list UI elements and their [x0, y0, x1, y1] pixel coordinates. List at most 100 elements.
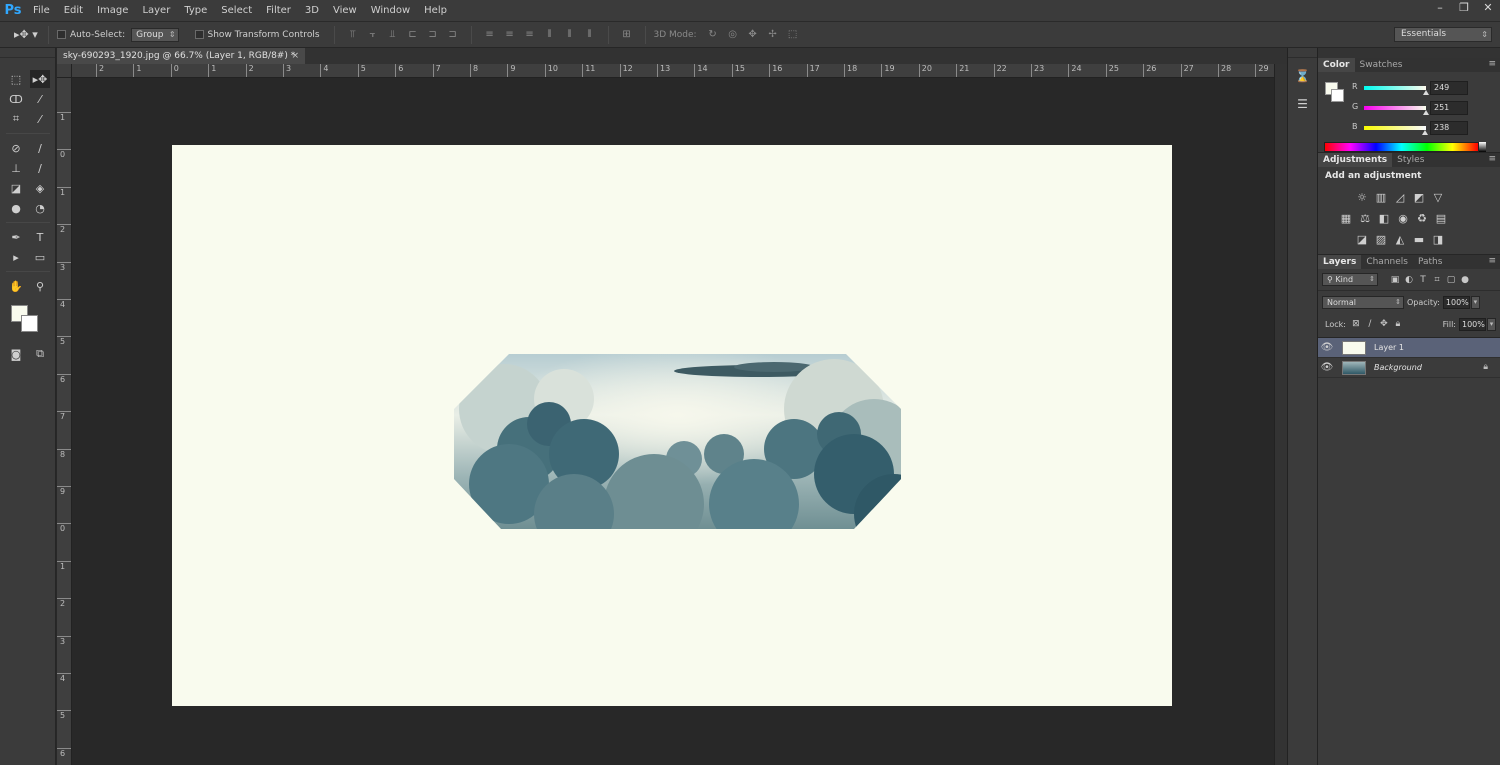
- path-selection-tool-icon[interactable]: ▸: [6, 248, 26, 266]
- layer-row-background[interactable]: 👁︎ Background 🔒︎: [1318, 358, 1500, 378]
- smart-object-filter-icon[interactable]: ▢: [1444, 275, 1458, 285]
- tab-swatches[interactable]: Swatches: [1355, 58, 1408, 72]
- vertical-ruler[interactable]: 1 0 1 2 3 4 5 6 7 8 9 0 1 2 3 4 5 6: [57, 78, 72, 765]
- green-slider[interactable]: [1364, 106, 1426, 110]
- tab-adjustments[interactable]: Adjustments: [1318, 153, 1393, 167]
- tab-paths[interactable]: Paths: [1413, 255, 1447, 269]
- visibility-eye-icon[interactable]: 👁︎: [1318, 342, 1336, 353]
- distribute-top-icon[interactable]: ≡: [482, 27, 498, 43]
- ruler-origin[interactable]: [57, 64, 72, 78]
- tab-styles[interactable]: Styles: [1392, 153, 1429, 167]
- dodge-tool-icon[interactable]: ◔: [30, 199, 50, 217]
- menu-image[interactable]: Image: [90, 0, 135, 22]
- healing-brush-tool-icon[interactable]: ⊘: [6, 139, 26, 157]
- invert-icon[interactable]: ◪: [1354, 231, 1370, 248]
- marquee-tool-icon[interactable]: ⬚: [6, 70, 26, 88]
- blend-mode-dropdown[interactable]: Normal: [1322, 295, 1404, 309]
- blur-tool-icon[interactable]: ●: [6, 199, 26, 217]
- quick-mask-icon[interactable]: ◙: [6, 345, 26, 363]
- lasso-tool-icon[interactable]: ↀ: [6, 90, 26, 108]
- menu-edit[interactable]: Edit: [57, 0, 90, 22]
- eyedropper-tool-icon[interactable]: ⁄: [30, 110, 50, 128]
- pen-tool-icon[interactable]: ✒: [6, 228, 26, 246]
- horizontal-ruler[interactable]: 2 1 0 1 2 3 4 5 6 7 8 9 10 11 12 13 14 15 16 17 18 19 20 21 22 23…: [72, 64, 1274, 78]
- background-color-swatch[interactable]: [21, 315, 38, 332]
- menu-type[interactable]: Type: [177, 0, 214, 22]
- workspace-dropdown[interactable]: Essentials: [1394, 27, 1492, 42]
- vertical-scrollbar[interactable]: [1274, 64, 1287, 765]
- opacity-field[interactable]: 100%: [1442, 295, 1470, 309]
- fill-dropdown-icon[interactable]: ▾: [1487, 317, 1496, 331]
- align-right-icon[interactable]: ⊐: [445, 27, 461, 43]
- pixel-filter-icon[interactable]: ▣: [1388, 275, 1402, 285]
- tab-layers[interactable]: Layers: [1318, 255, 1362, 269]
- layer-filter-kind-dropdown[interactable]: ⚲ Kind: [1322, 273, 1378, 286]
- lock-all-icon[interactable]: 🔒︎: [1391, 319, 1405, 329]
- color-lookup-icon[interactable]: ▤: [1433, 210, 1449, 227]
- menu-3d[interactable]: 3D: [298, 0, 326, 22]
- document-tab[interactable]: sky-690293_1920.jpg @ 66.7% (Layer 1, RG…: [57, 48, 305, 64]
- lock-pixels-icon[interactable]: ∕: [1363, 319, 1377, 329]
- 3d-slide-icon[interactable]: ✢: [765, 27, 781, 43]
- eraser-tool-icon[interactable]: ◪: [6, 179, 26, 197]
- brightness-contrast-icon[interactable]: ☼: [1354, 189, 1370, 206]
- show-transform-checkbox[interactable]: [194, 30, 204, 39]
- 3d-drag-icon[interactable]: ✥: [745, 27, 761, 43]
- vibrance-icon[interactable]: ▽: [1430, 189, 1446, 206]
- panel-menu-icon[interactable]: ≡: [1488, 154, 1496, 164]
- blue-slider[interactable]: [1364, 126, 1426, 130]
- history-panel-icon[interactable]: ⌛: [1292, 66, 1314, 86]
- curves-icon[interactable]: ◿: [1392, 189, 1408, 206]
- black-white-icon[interactable]: ◧: [1376, 210, 1392, 227]
- adjustment-filter-icon[interactable]: ◐: [1402, 275, 1416, 285]
- color-background-swatch[interactable]: [1331, 89, 1344, 102]
- layer-row-layer-1[interactable]: 👁︎ Layer 1: [1318, 338, 1500, 358]
- type-tool-icon[interactable]: T: [30, 228, 50, 246]
- red-slider-thumb[interactable]: [1423, 90, 1429, 95]
- close-icon[interactable]: ✕: [1482, 2, 1494, 14]
- move-tool-preset-icon[interactable]: ▸✥ ▾: [14, 26, 40, 44]
- align-left-icon[interactable]: ⊏: [405, 27, 421, 43]
- green-value-field[interactable]: 251: [1430, 101, 1468, 115]
- blue-slider-thumb[interactable]: [1422, 130, 1428, 135]
- type-filter-icon[interactable]: T: [1416, 275, 1430, 285]
- menu-view[interactable]: View: [326, 0, 364, 22]
- menu-layer[interactable]: Layer: [135, 0, 177, 22]
- distribute-left-icon[interactable]: ⫴: [542, 27, 558, 43]
- distribute-vcenter-icon[interactable]: ≡: [502, 27, 518, 43]
- tab-color[interactable]: Color: [1318, 58, 1355, 72]
- zoom-tool-icon[interactable]: ⚲: [30, 277, 50, 295]
- panel-strip-grip[interactable]: [1288, 48, 1317, 58]
- distribute-right-icon[interactable]: ⫴: [582, 27, 598, 43]
- selective-color-icon[interactable]: ◨: [1430, 231, 1446, 248]
- exposure-icon[interactable]: ◩: [1411, 189, 1427, 206]
- posterize-icon[interactable]: ▨: [1373, 231, 1389, 248]
- color-balance-icon[interactable]: ⚖: [1357, 210, 1373, 227]
- red-value-field[interactable]: 249: [1430, 81, 1468, 95]
- close-tab-icon[interactable]: ×: [291, 48, 299, 64]
- quick-selection-tool-icon[interactable]: ⁄: [30, 90, 50, 108]
- properties-panel-icon[interactable]: ☰: [1292, 94, 1314, 114]
- menu-window[interactable]: Window: [364, 0, 417, 22]
- panel-menu-icon[interactable]: ≡: [1488, 59, 1496, 69]
- distribute-hcenter-icon[interactable]: ⫴: [562, 27, 578, 43]
- color-spectrum-bar[interactable]: [1324, 142, 1486, 152]
- 3d-scale-icon[interactable]: ⬚: [785, 27, 801, 43]
- tools-panel-grip[interactable]: [0, 48, 55, 58]
- crop-tool-icon[interactable]: ⌗: [6, 110, 26, 128]
- threshold-icon[interactable]: ◭: [1392, 231, 1408, 248]
- canvas-area[interactable]: [73, 79, 1274, 765]
- restore-icon[interactable]: ❐: [1458, 2, 1470, 14]
- align-top-icon[interactable]: ⫪: [345, 27, 361, 43]
- brush-tool-icon[interactable]: ∕: [30, 139, 50, 157]
- auto-select-dropdown[interactable]: Group: [131, 27, 179, 42]
- menu-select[interactable]: Select: [214, 0, 259, 22]
- layer-1-cloud-image[interactable]: [454, 354, 901, 529]
- opacity-dropdown-icon[interactable]: ▾: [1470, 295, 1480, 309]
- shape-filter-icon[interactable]: ⌗: [1430, 275, 1444, 285]
- 3d-rotate-icon[interactable]: ↻: [705, 27, 721, 43]
- 3d-roll-icon[interactable]: ◎: [725, 27, 741, 43]
- visibility-eye-icon[interactable]: 👁︎: [1318, 362, 1336, 373]
- tab-channels[interactable]: Channels: [1361, 255, 1413, 269]
- hue-saturation-icon[interactable]: ▦: [1338, 210, 1354, 227]
